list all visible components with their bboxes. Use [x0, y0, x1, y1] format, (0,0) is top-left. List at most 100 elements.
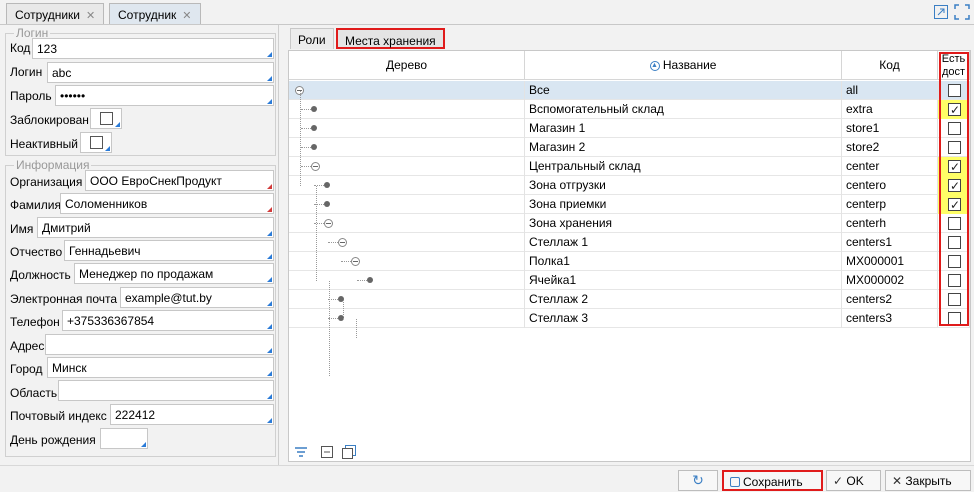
tree-cell: [289, 157, 525, 176]
first-name-field[interactable]: Дмитрий: [37, 217, 274, 238]
tree-leaf-icon: [324, 182, 330, 188]
code-cell: center: [842, 157, 938, 176]
column-header-name[interactable]: ▲ Название: [525, 51, 842, 80]
last-name-field[interactable]: Соломенников: [60, 193, 274, 214]
name-cell: Ячейка1: [525, 271, 842, 290]
ok-button[interactable]: ✓ OK: [826, 470, 881, 491]
name-cell: Зона приемки: [525, 195, 842, 214]
open-window-icon[interactable]: [933, 4, 949, 20]
tree-leaf-icon: [367, 277, 373, 283]
column-header-code[interactable]: Код: [842, 51, 938, 80]
name-cell: Центральный склад: [525, 157, 842, 176]
inactive-label: Неактивный: [10, 137, 78, 151]
name-cell: Зона хранения: [525, 214, 842, 233]
close-icon: ✕: [892, 474, 903, 488]
bottom-button-bar: ↻ Сохранить ✓ OK ✕ Закрыть: [0, 465, 974, 492]
name-cell: Полка1: [525, 252, 842, 271]
inactive-checkbox-field[interactable]: [80, 132, 112, 153]
tab-roles[interactable]: Роли: [290, 28, 334, 49]
tree-guide-line: [356, 319, 357, 338]
table-row[interactable]: Центральный склад center: [289, 157, 970, 177]
name-cell: Стеллаж 2: [525, 290, 842, 309]
city-field[interactable]: Минск: [47, 357, 274, 378]
tab-employees[interactable]: Сотрудники ✕: [6, 3, 105, 24]
region-label: Область: [10, 386, 58, 400]
table-row[interactable]: Стеллаж 2 centers2: [289, 290, 970, 309]
blocked-checkbox[interactable]: [100, 112, 113, 125]
close-icon[interactable]: ✕: [86, 10, 95, 22]
code-cell: centers3: [842, 309, 938, 328]
tab-storage-places[interactable]: Места хранения: [336, 28, 445, 49]
tree-cell: [289, 309, 525, 328]
table-row[interactable]: Зона хранения centerh: [289, 214, 970, 233]
region-field[interactable]: [58, 380, 274, 401]
code-cell: store2: [842, 138, 938, 157]
tree-leaf-icon: [324, 201, 330, 207]
code-label: Код: [10, 41, 31, 55]
password-label: Пароль: [10, 89, 52, 103]
save-button-label: Сохранить: [743, 475, 803, 489]
info-group-title: Информация: [14, 158, 92, 172]
filter-icon[interactable]: [293, 444, 309, 460]
organization-field[interactable]: ООО ЕвроСнекПродукт: [85, 170, 274, 191]
login-label: Логин: [10, 65, 43, 79]
maximize-icon[interactable]: [954, 4, 970, 20]
address-field[interactable]: [45, 334, 274, 355]
collapse-node-icon[interactable]: [351, 257, 360, 266]
table-row[interactable]: Магазин 1 store1: [289, 119, 970, 138]
close-icon[interactable]: ✕: [182, 10, 191, 22]
inactive-checkbox[interactable]: [90, 136, 103, 149]
email-field[interactable]: example@tut.by: [120, 287, 274, 308]
table-row[interactable]: Вспомогательный склад extra: [289, 100, 970, 120]
table-row[interactable]: Все all: [289, 81, 970, 100]
table-row[interactable]: Зона приемки centerp: [289, 195, 970, 215]
tab-employee[interactable]: Сотрудник ✕: [109, 3, 201, 24]
name-cell: Стеллаж 1: [525, 233, 842, 252]
table-row[interactable]: Стеллаж 3 centers3: [289, 309, 970, 328]
sort-ascending-icon: ▲: [649, 60, 660, 71]
table-row[interactable]: Стеллаж 1 centers1: [289, 233, 970, 252]
patronymic-field[interactable]: Геннадьевич: [64, 240, 274, 261]
code-cell: centers1: [842, 233, 938, 252]
tab-roles-label: Роли: [298, 33, 326, 47]
code-cell: extra: [842, 100, 938, 119]
collapse-node-icon[interactable]: [338, 238, 347, 247]
name-cell: Магазин 1: [525, 119, 842, 138]
table-row[interactable]: Ячейка1 MX000002: [289, 271, 970, 290]
tree-connector: [301, 128, 311, 129]
expand-all-icon[interactable]: [341, 444, 357, 460]
code-cell: MX000002: [842, 271, 938, 290]
refresh-button[interactable]: ↻: [678, 470, 718, 491]
table-row[interactable]: Полка1 MX000001: [289, 252, 970, 271]
code-cell: MX000001: [842, 252, 938, 271]
access-column-highlight: [939, 52, 969, 326]
tree-cell: [289, 214, 525, 233]
blocked-checkbox-field[interactable]: [90, 108, 122, 129]
tree-connector: [341, 261, 351, 262]
tree-connector: [301, 166, 311, 167]
tree-cell: [289, 100, 525, 119]
postal-code-field[interactable]: 222412: [110, 404, 274, 425]
password-field[interactable]: ••••••: [55, 85, 274, 106]
address-label: Адрес: [10, 339, 45, 353]
postal-code-label: Почтовый индекс: [10, 409, 107, 423]
birthday-field[interactable]: [100, 428, 148, 449]
collapse-node-icon[interactable]: [324, 219, 333, 228]
tab-storage-places-label: Места хранения: [345, 34, 436, 48]
phone-field[interactable]: +375336367854: [62, 310, 274, 331]
save-button[interactable]: Сохранить: [722, 470, 823, 491]
code-field[interactable]: 123: [32, 38, 274, 59]
tree-connector: [301, 109, 311, 110]
table-row[interactable]: Магазин 2 store2: [289, 138, 970, 157]
login-field[interactable]: abc: [47, 62, 274, 83]
close-button[interactable]: ✕ Закрыть: [885, 470, 971, 491]
name-cell: Магазин 2: [525, 138, 842, 157]
city-label: Город: [10, 362, 43, 376]
table-row[interactable]: Зона отгрузки centero: [289, 176, 970, 196]
collapse-icon[interactable]: [319, 444, 335, 460]
name-cell: Вспомогательный склад: [525, 100, 842, 119]
position-field[interactable]: Менеджер по продажам: [74, 263, 274, 284]
column-header-tree[interactable]: Дерево: [289, 51, 525, 80]
name-cell: Стеллаж 3: [525, 309, 842, 328]
collapse-node-icon[interactable]: [311, 162, 320, 171]
